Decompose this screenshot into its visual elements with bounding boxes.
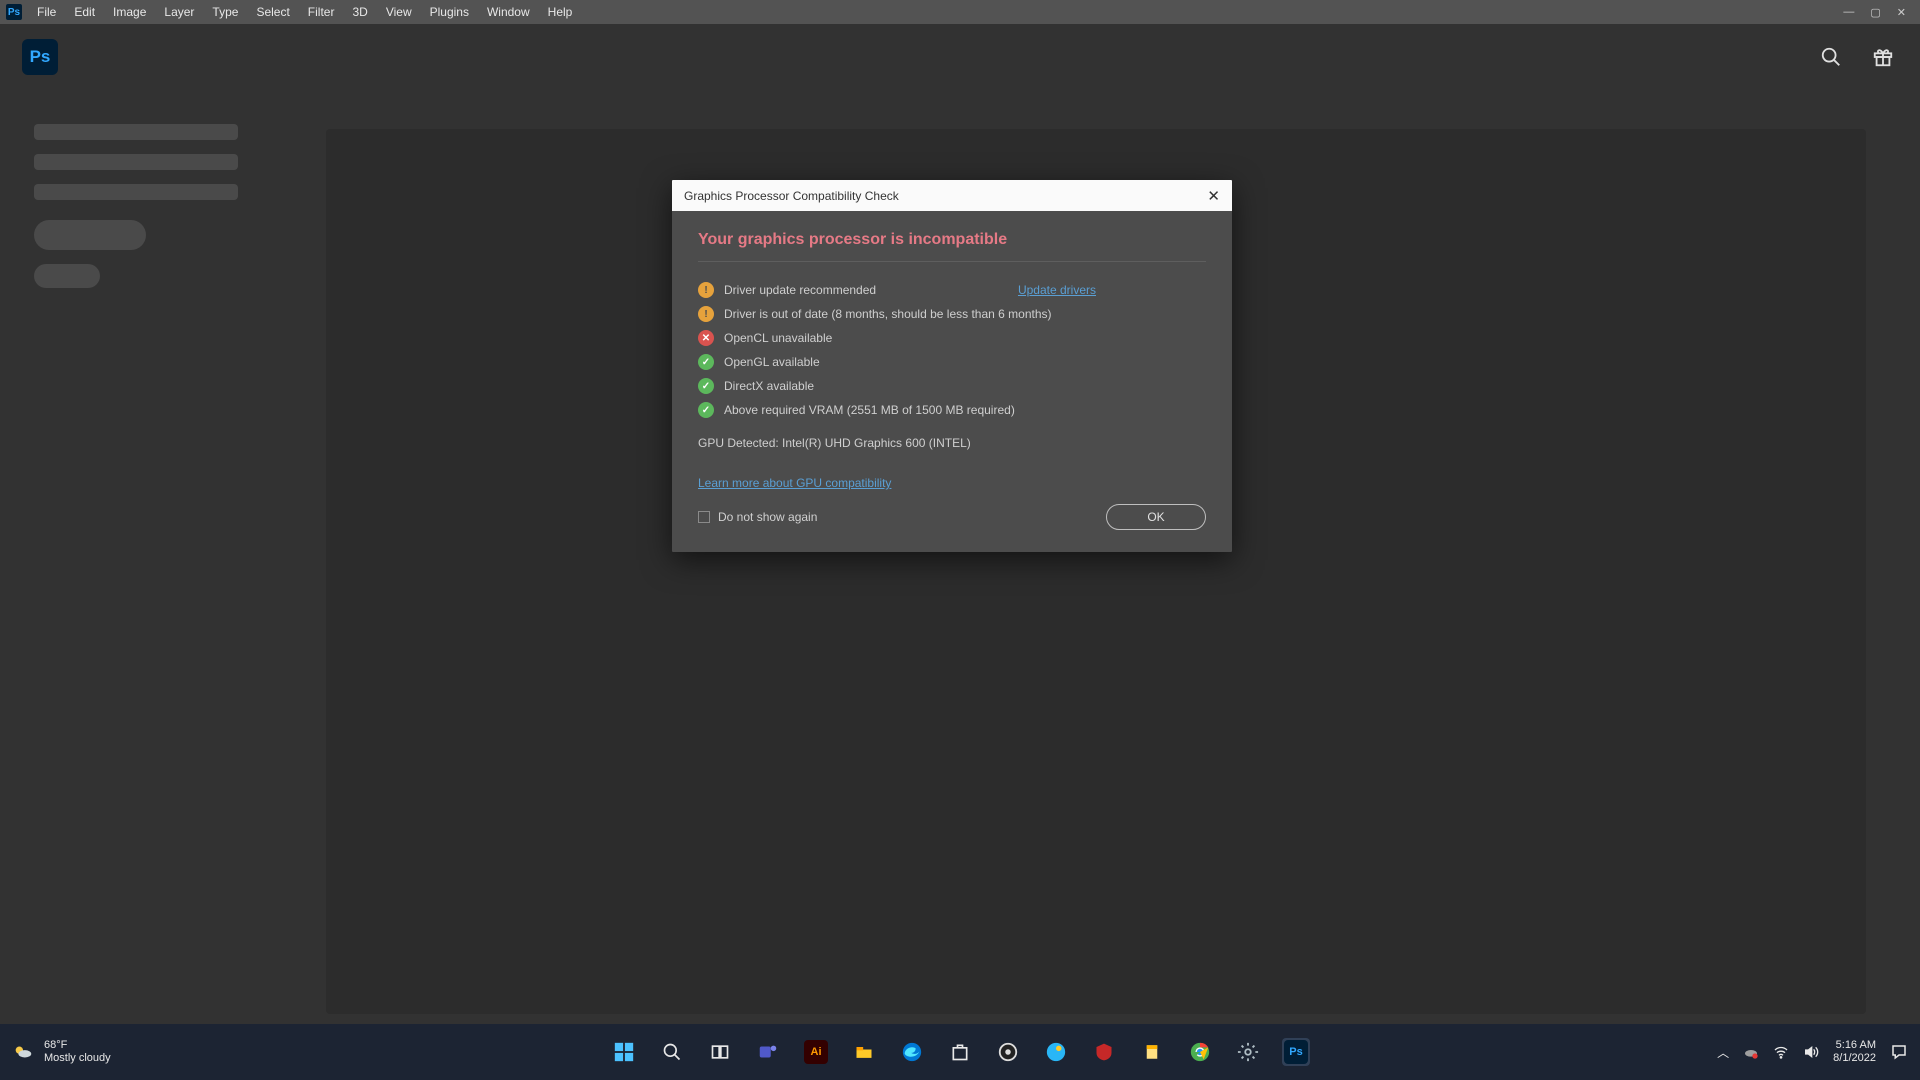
clock-time: 5:16 AM [1833,1039,1876,1052]
check-row: ✕ OpenCL unavailable [698,330,1206,346]
check-text: Driver update recommended [724,283,876,297]
checkbox-icon[interactable] [698,511,710,523]
left-placeholder-area [34,124,238,302]
placeholder-button [34,264,100,288]
mcafee-icon[interactable] [1090,1038,1118,1066]
check-row: ! Driver is out of date (8 months, shoul… [698,306,1206,322]
menu-3d[interactable]: 3D [343,5,376,19]
placeholder-line [34,184,238,200]
do-not-show-label: Do not show again [718,510,817,524]
photoshop-taskbar-icon[interactable]: Ps [1282,1038,1310,1066]
do-not-show-again[interactable]: Do not show again [698,510,817,524]
settings-icon[interactable] [1234,1038,1262,1066]
ok-icon: ✓ [698,402,714,418]
task-view-icon[interactable] [706,1038,734,1066]
tray-chevron-icon[interactable]: ︿ [1717,1044,1729,1061]
home-bar: Ps [0,24,1920,90]
app-icon: Ps [6,4,22,20]
taskbar-search-icon[interactable] [658,1038,686,1066]
menu-window[interactable]: Window [478,5,539,19]
dialog-heading: Your graphics processor is incompatible [698,231,1206,262]
tray-notifications-icon[interactable] [1890,1043,1908,1061]
check-text: DirectX available [724,379,814,393]
ok-button[interactable]: OK [1106,504,1206,530]
menu-type[interactable]: Type [203,5,247,19]
menu-plugins[interactable]: Plugins [421,5,478,19]
menu-bar: Ps File Edit Image Layer Type Select Fil… [0,0,1920,24]
teams-icon[interactable] [754,1038,782,1066]
check-text: Driver is out of date (8 months, should … [724,307,1052,321]
warning-icon: ! [698,282,714,298]
ok-icon: ✓ [698,378,714,394]
check-text: Above required VRAM (2551 MB of 1500 MB … [724,403,1015,417]
check-row: ✓ Above required VRAM (2551 MB of 1500 M… [698,402,1206,418]
dialog-title: Graphics Processor Compatibility Check [684,189,899,203]
tray-volume-icon[interactable] [1803,1044,1819,1060]
menu-filter[interactable]: Filter [299,5,344,19]
placeholder-button [34,220,146,250]
notes-icon[interactable] [1138,1038,1166,1066]
gpu-detected-text: GPU Detected: Intel(R) UHD Graphics 600 … [698,436,1206,450]
gpu-check-dialog: Graphics Processor Compatibility Check ✕… [672,180,1232,552]
menu-layer[interactable]: Layer [155,5,203,19]
menu-help[interactable]: Help [539,5,582,19]
gift-icon[interactable] [1868,42,1898,72]
placeholder-line [34,124,238,140]
weather-widget[interactable]: 68°F Mostly cloudy [12,1039,111,1065]
check-text: OpenCL unavailable [724,331,832,345]
minimize-icon[interactable]: — [1843,6,1854,19]
menu-select[interactable]: Select [247,5,298,19]
weather-desc: Mostly cloudy [44,1052,111,1065]
check-list: ! Driver update recommended Update drive… [698,282,1206,418]
check-row: ✓ OpenGL available [698,354,1206,370]
weather-icon [12,1041,34,1063]
check-row: ✓ DirectX available [698,378,1206,394]
tray-onedrive-icon[interactable] [1743,1044,1759,1060]
error-icon: ✕ [698,330,714,346]
maximize-icon[interactable]: ▢ [1870,6,1880,19]
illustrator-icon[interactable]: Ai [802,1038,830,1066]
app-icon-generic[interactable] [994,1038,1022,1066]
start-button[interactable] [610,1038,638,1066]
warning-icon: ! [698,306,714,322]
learn-more-link[interactable]: Learn more about GPU compatibility [698,476,891,490]
chrome-icon[interactable] [1186,1038,1214,1066]
explorer-icon[interactable] [850,1038,878,1066]
ok-icon: ✓ [698,354,714,370]
taskbar: 68°F Mostly cloudy Ai Ps ︿ 5:16 AM 8/1/2… [0,1024,1920,1080]
menu-image[interactable]: Image [104,5,155,19]
clock-date: 8/1/2022 [1833,1052,1876,1065]
placeholder-line [34,154,238,170]
menu-file[interactable]: File [28,5,65,19]
system-tray: ︿ 5:16 AM 8/1/2022 [1717,1039,1908,1065]
dialog-titlebar: Graphics Processor Compatibility Check ✕ [672,180,1232,211]
dialog-close-icon[interactable]: ✕ [1207,187,1220,205]
tray-wifi-icon[interactable] [1773,1044,1789,1060]
taskbar-apps: Ai Ps [610,1038,1310,1066]
paint-icon[interactable] [1042,1038,1070,1066]
close-icon[interactable]: ✕ [1897,6,1906,19]
search-icon[interactable] [1816,42,1846,72]
edge-icon[interactable] [898,1038,926,1066]
menu-view[interactable]: View [377,5,421,19]
check-row: ! Driver update recommended Update drive… [698,282,1206,298]
clock[interactable]: 5:16 AM 8/1/2022 [1833,1039,1876,1065]
menu-edit[interactable]: Edit [65,5,104,19]
check-text: OpenGL available [724,355,820,369]
weather-temp: 68°F [44,1039,111,1052]
photoshop-logo: Ps [22,39,58,75]
update-drivers-link[interactable]: Update drivers [1018,283,1206,297]
store-icon[interactable] [946,1038,974,1066]
